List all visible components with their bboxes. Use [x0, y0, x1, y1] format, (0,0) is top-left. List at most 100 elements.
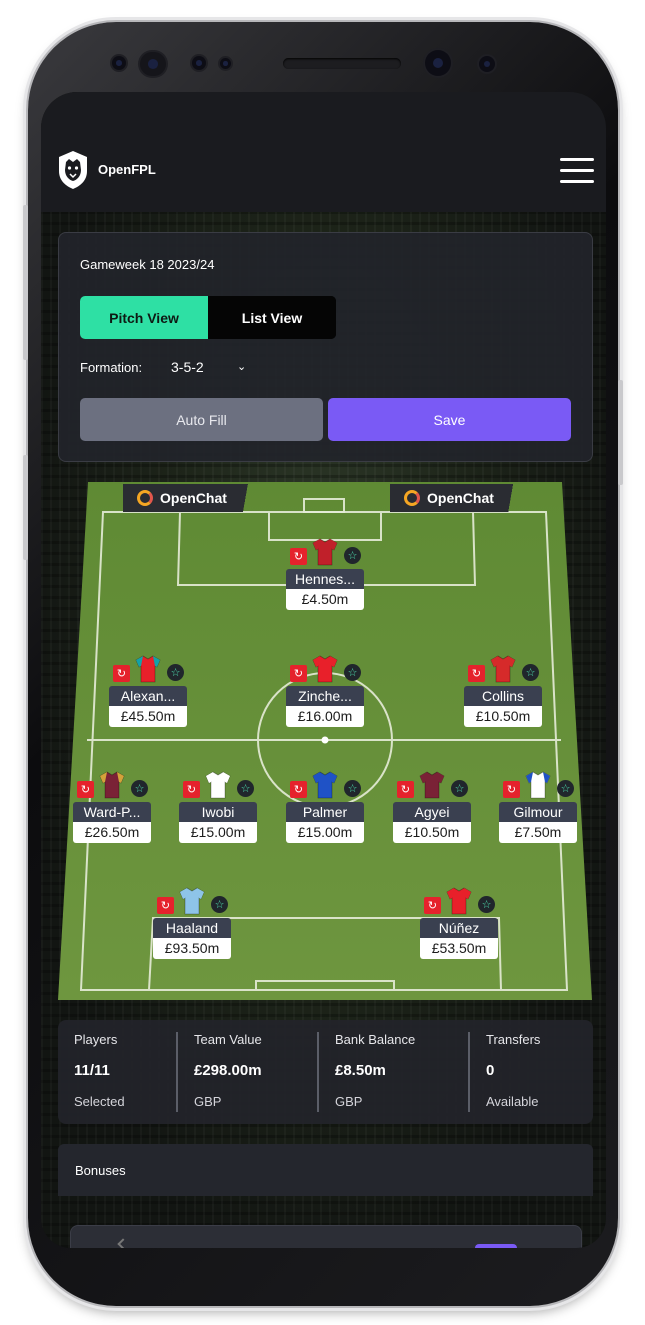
captain-star-icon[interactable]: ☆ [557, 780, 574, 797]
hamburger-menu-icon[interactable] [560, 158, 594, 184]
shirt-icon [525, 771, 551, 799]
player-name: Ward-P... [73, 802, 151, 822]
player-card[interactable]: ↻ ☆ Alexan... £45.50m [109, 655, 187, 739]
divider [317, 1032, 319, 1112]
player-price: £16.00m [286, 706, 364, 727]
bonuses-title: Bonuses [75, 1163, 126, 1178]
chevron-left-icon[interactable] [117, 1238, 129, 1248]
sponsor-name: OpenChat [427, 490, 494, 506]
player-card[interactable]: ↻ ☆ Núñez £53.50m [420, 887, 498, 971]
captain-star-icon[interactable]: ☆ [522, 664, 539, 681]
captain-star-icon[interactable]: ☆ [131, 780, 148, 797]
shirt-icon [312, 538, 338, 566]
player-price: £10.50m [464, 706, 542, 727]
list-view-tab[interactable]: List View [208, 296, 336, 339]
substitute-icon[interactable]: ↻ [397, 781, 414, 798]
stat-label: Players [74, 1032, 118, 1047]
captain-star-icon[interactable]: ☆ [167, 664, 184, 681]
player-name: Alexan... [109, 686, 187, 706]
captain-star-icon[interactable]: ☆ [344, 780, 361, 797]
player-card[interactable]: ↻ ☆ Gilmour £7.50m [499, 771, 577, 855]
formation-select[interactable]: 3-5-2 [171, 359, 204, 375]
player-card[interactable]: ↻ ☆ Hennes... £4.50m [286, 538, 364, 622]
captain-star-icon[interactable]: ☆ [478, 896, 495, 913]
openchat-logo-icon [404, 490, 420, 506]
captain-star-icon[interactable]: ☆ [344, 664, 361, 681]
sensor-icon [192, 56, 206, 70]
player-name: Gilmour [499, 802, 577, 822]
player-card[interactable]: ↻ ☆ Zinche... £16.00m [286, 655, 364, 739]
volume-button [23, 205, 28, 360]
captain-star-icon[interactable]: ☆ [344, 547, 361, 564]
auto-fill-button[interactable]: Auto Fill [80, 398, 323, 441]
player-price: £4.50m [286, 589, 364, 610]
player-card[interactable]: ↻ ☆ Haaland £93.50m [153, 887, 231, 971]
panther-shield-logo-icon[interactable] [57, 150, 89, 190]
bixby-button [23, 455, 28, 560]
player-name: Palmer [286, 802, 364, 822]
team-selection-panel: Gameweek 18 2023/24 Pitch View List View… [58, 232, 593, 462]
substitute-icon[interactable]: ↻ [290, 548, 307, 565]
bonuses-section-header[interactable]: Bonuses [58, 1144, 593, 1196]
bonus-action-button[interactable] [475, 1244, 517, 1248]
player-name: Zinche... [286, 686, 364, 706]
player-price: £15.00m [286, 822, 364, 843]
player-name: Collins [464, 686, 542, 706]
stat-label: Transfers [486, 1032, 541, 1047]
player-price: £7.50m [499, 822, 577, 843]
player-name: Iwobi [179, 802, 257, 822]
shirt-icon [446, 887, 472, 915]
shirt-icon [179, 887, 205, 915]
chevron-down-icon[interactable]: ⌄ [237, 360, 246, 373]
captain-star-icon[interactable]: ☆ [451, 780, 468, 797]
sponsor-banner-left[interactable]: OpenChat [123, 484, 260, 512]
player-name: Núñez [420, 918, 498, 938]
player-card[interactable]: ↻ ☆ Ward-P... £26.50m [73, 771, 151, 855]
player-card[interactable]: ↻ ☆ Iwobi £15.00m [179, 771, 257, 855]
substitute-icon[interactable]: ↻ [183, 781, 200, 798]
shirt-icon [135, 655, 161, 683]
substitute-icon[interactable]: ↻ [503, 781, 520, 798]
shirt-icon [490, 655, 516, 683]
shirt-icon [312, 655, 338, 683]
sensor-icon [112, 56, 126, 70]
stat-value: £298.00m [194, 1062, 262, 1079]
stat-sub: GBP [335, 1094, 363, 1109]
team-stats-bar: Players 11/11 Selected Team Value £298.0… [58, 1020, 593, 1124]
app-name[interactable]: OpenFPL [98, 162, 156, 177]
top-navbar: OpenFPL [41, 92, 606, 212]
view-toggle: Pitch View List View [80, 296, 336, 339]
player-card[interactable]: ↻ ☆ Palmer £15.00m [286, 771, 364, 855]
pitch-view-tab[interactable]: Pitch View [80, 296, 208, 339]
player-card[interactable]: ↻ ☆ Agyei £10.50m [393, 771, 471, 855]
shirt-icon [99, 771, 125, 799]
player-name: Agyei [393, 802, 471, 822]
save-button[interactable]: Save [328, 398, 571, 441]
player-price: £10.50m [393, 822, 471, 843]
divider [468, 1032, 470, 1112]
stat-label: Bank Balance [335, 1032, 416, 1047]
substitute-icon[interactable]: ↻ [290, 665, 307, 682]
player-price: £53.50m [420, 938, 498, 959]
player-name: Haaland [153, 918, 231, 938]
stat-sub: Available [486, 1094, 539, 1109]
substitute-icon[interactable]: ↻ [290, 781, 307, 798]
substitute-icon[interactable]: ↻ [157, 897, 174, 914]
substitute-icon[interactable]: ↻ [113, 665, 130, 682]
divider [176, 1032, 178, 1112]
openchat-logo-icon [137, 490, 153, 506]
substitute-icon[interactable]: ↻ [424, 897, 441, 914]
front-camera-icon [479, 56, 495, 72]
substitute-icon[interactable]: ↻ [77, 781, 94, 798]
sponsor-banner-right[interactable]: OpenChat [390, 484, 525, 512]
captain-star-icon[interactable]: ☆ [237, 780, 254, 797]
stat-sub: Selected [74, 1094, 125, 1109]
captain-star-icon[interactable]: ☆ [211, 896, 228, 913]
stat-value: 0 [486, 1062, 495, 1079]
player-card[interactable]: ↻ ☆ Collins £10.50m [464, 655, 542, 739]
bonus-card [70, 1225, 582, 1248]
sponsor-name: OpenChat [160, 490, 227, 506]
player-price: £45.50m [109, 706, 187, 727]
substitute-icon[interactable]: ↻ [468, 665, 485, 682]
formation-label: Formation: [80, 360, 143, 375]
